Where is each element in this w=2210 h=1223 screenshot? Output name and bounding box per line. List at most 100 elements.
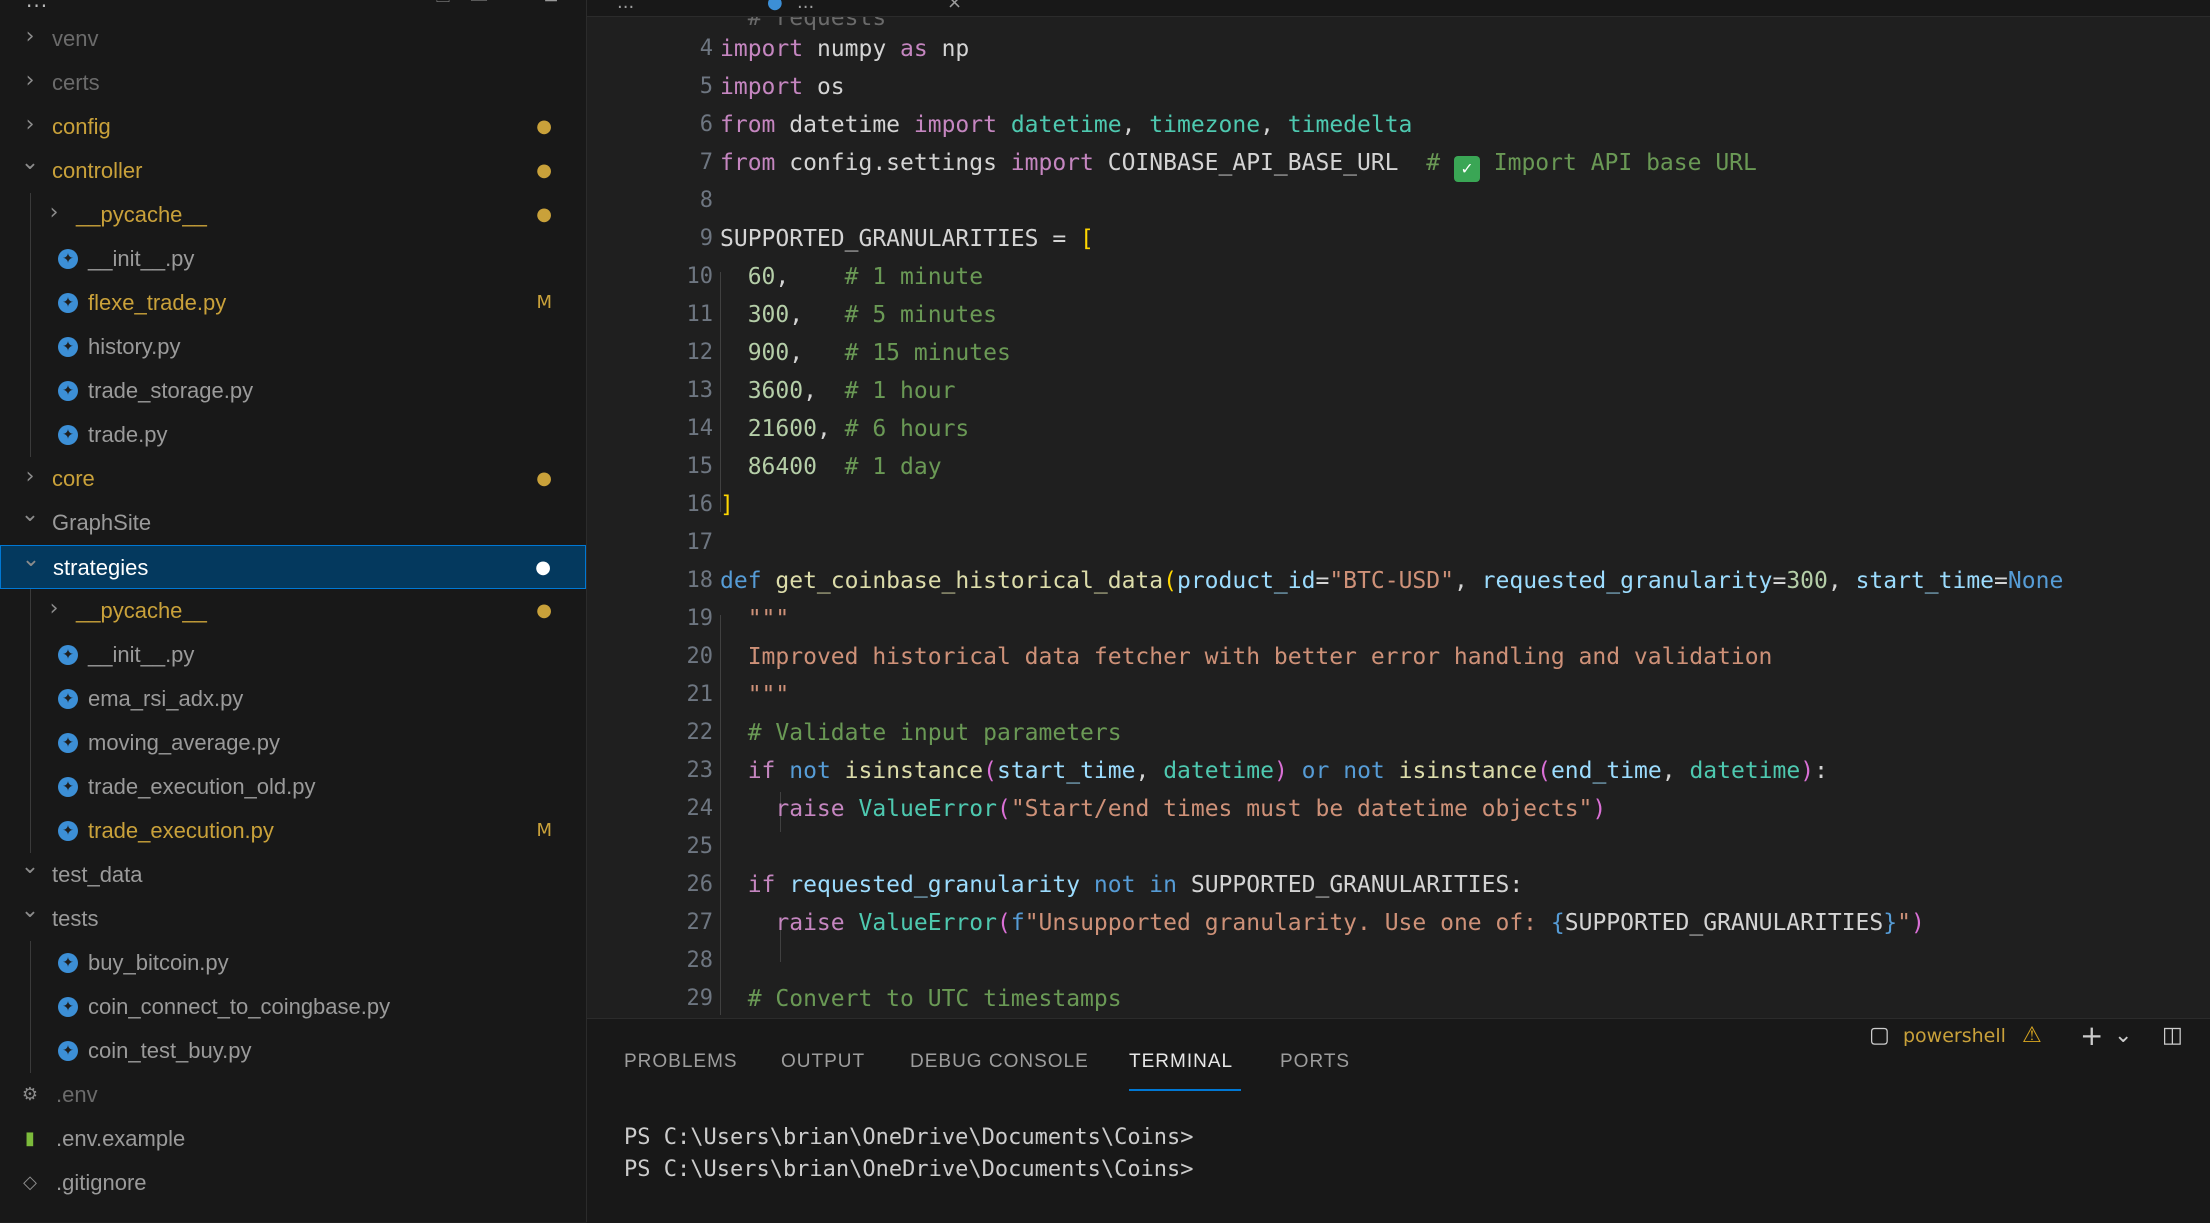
chevron-right-icon[interactable]: › bbox=[20, 113, 40, 137]
tree-item-trade-py[interactable]: ✦ trade.py bbox=[0, 413, 586, 457]
code-line: # Validate input parameters bbox=[720, 718, 1122, 748]
tab-problems[interactable]: PROBLEMS bbox=[624, 1051, 738, 1073]
code-line: if requested_granularity not in SUPPORTE… bbox=[720, 870, 1523, 900]
tree-item-moving-average-py[interactable]: ✦ moving_average.py bbox=[0, 721, 586, 765]
collapse-icon[interactable]: ⊟ bbox=[540, 0, 562, 5]
tree-item-trade-storage-py[interactable]: ✦ trade_storage.py bbox=[0, 369, 586, 413]
chevron-down-icon[interactable]: ⌄ bbox=[20, 503, 40, 527]
python-file-icon: ✦ bbox=[58, 381, 78, 401]
tree-item-certs[interactable]: › certs bbox=[0, 61, 586, 105]
tree-item-config[interactable]: › config ● bbox=[0, 105, 586, 149]
new-file-icon[interactable]: 🗋 bbox=[432, 0, 454, 5]
tree-item-test-data[interactable]: ⌄ test_data bbox=[0, 853, 586, 897]
tree-item-label: __pycache__ bbox=[76, 598, 207, 623]
tree-item-label: config bbox=[52, 114, 111, 139]
docstring: """ bbox=[747, 682, 790, 708]
tree-item-buy-bitcoin-py[interactable]: ✦ buy_bitcoin.py bbox=[0, 941, 586, 985]
check-mark-icon: ✓ bbox=[1453, 156, 1480, 182]
variable: requested_granularity bbox=[775, 872, 1094, 898]
shell-label[interactable]: powershell bbox=[1903, 1019, 2006, 1053]
number: 60 bbox=[747, 264, 776, 290]
tree-item-env[interactable]: ⚙ .env bbox=[0, 1073, 586, 1117]
keyword: not bbox=[775, 758, 845, 784]
chevron-down-icon[interactable]: ⌄ bbox=[20, 899, 40, 923]
tree-item-init-py[interactable]: ✦ __init__.py bbox=[0, 633, 586, 677]
chevron-down-icon[interactable]: ⌄ bbox=[2114, 1019, 2132, 1053]
comment: # 1 minute bbox=[844, 264, 984, 290]
tree-item-init-py[interactable]: ✦ __init__.py bbox=[0, 237, 586, 281]
line-number: 11 bbox=[686, 302, 714, 327]
tree-item-strategies[interactable]: ⌄ strategies ● bbox=[0, 545, 586, 589]
line-number: 21 bbox=[686, 682, 714, 707]
tree-item-pycache[interactable]: › __pycache__ ● bbox=[0, 589, 586, 633]
tree-item-flexe-trade-py[interactable]: ✦ flexe_trade.py M bbox=[0, 281, 586, 325]
python-file-icon: ✦ bbox=[58, 689, 78, 709]
tab-label-active[interactable]: ... bbox=[797, 0, 814, 13]
number: 86400 bbox=[747, 454, 817, 480]
tab-terminal[interactable]: TERMINAL bbox=[1129, 1051, 1233, 1073]
tree-item-outline[interactable]: OUTLINE bbox=[0, 1205, 586, 1222]
editor-tabs: ... ● ... × bbox=[587, 0, 2210, 17]
add-terminal-icon[interactable]: + bbox=[2080, 1019, 2103, 1053]
keyword: as bbox=[900, 36, 928, 62]
tree-item-tests[interactable]: ⌄ tests bbox=[0, 897, 586, 941]
close-icon[interactable]: × bbox=[947, 0, 962, 13]
chevron-right-icon[interactable]: › bbox=[20, 25, 40, 49]
tree-item-pycache[interactable]: › __pycache__ ● bbox=[0, 193, 586, 237]
tree-item-graphsite[interactable]: ⌄ GraphSite bbox=[0, 501, 586, 545]
active-tab-indicator bbox=[1129, 1089, 1241, 1091]
tree-item-gitignore[interactable]: ◇ .gitignore bbox=[0, 1161, 586, 1205]
code-token: np bbox=[927, 36, 970, 62]
comment: # Convert to UTC timestamps bbox=[747, 986, 1122, 1012]
code-token: SUPPORTED_GRANULARITIES bbox=[1564, 910, 1884, 936]
tree-item-trade-execution-py[interactable]: ✦ trade_execution.py M bbox=[0, 809, 586, 853]
chevron-down-icon[interactable]: ⌄ bbox=[21, 548, 41, 572]
tab-label[interactable]: ... bbox=[617, 0, 634, 13]
terminal-icon[interactable]: ▢ bbox=[1869, 1019, 1890, 1053]
tree-item-coin-connect-to-coingbase-py[interactable]: ✦ coin_connect_to_coingbase.py bbox=[0, 985, 586, 1029]
tree-item-history-py[interactable]: ✦ history.py bbox=[0, 325, 586, 369]
function-name: isinstance bbox=[844, 758, 984, 784]
modified-badge: M bbox=[536, 292, 552, 313]
terminal-line[interactable]: PS C:\Users\brian\OneDrive\Documents\Coi… bbox=[624, 1123, 1194, 1153]
keyword: raise bbox=[775, 796, 845, 822]
chevron-right-icon[interactable]: › bbox=[20, 69, 40, 93]
comment: # 1 day bbox=[844, 454, 942, 480]
code-line: from config.settings import COINBASE_API… bbox=[720, 148, 1757, 182]
keyword: raise bbox=[775, 910, 845, 936]
tab-ports[interactable]: PORTS bbox=[1280, 1051, 1350, 1073]
tree-indent-guide bbox=[30, 941, 31, 1073]
tree-item-core[interactable]: › core ● bbox=[0, 457, 586, 501]
tree-item-ema-rsi-adx-py[interactable]: ✦ ema_rsi_adx.py bbox=[0, 677, 586, 721]
bracket: ] bbox=[720, 492, 734, 518]
code-token: numpy bbox=[803, 36, 901, 62]
chevron-right-icon[interactable]: › bbox=[44, 597, 64, 621]
refresh-icon[interactable]: ↻ bbox=[504, 0, 526, 5]
tab-output[interactable]: OUTPUT bbox=[781, 1051, 865, 1073]
tree-item-venv[interactable]: › venv bbox=[0, 17, 586, 61]
chevron-down-icon[interactable]: ⌄ bbox=[20, 151, 40, 175]
chevron-right-icon[interactable]: › bbox=[44, 201, 64, 225]
tree-item-label: trade_storage.py bbox=[88, 378, 254, 403]
tree-item-env-example[interactable]: ▮ .env.example bbox=[0, 1117, 586, 1161]
number: 300 bbox=[1786, 568, 1828, 594]
tree-item-coin-test-buy-py[interactable]: ✦ coin_test_buy.py bbox=[0, 1029, 586, 1073]
parameter: requested_granularity bbox=[1481, 568, 1773, 594]
tree-item-controller[interactable]: ⌄ controller ● bbox=[0, 149, 586, 193]
env-file-icon: ▮ bbox=[25, 1128, 35, 1149]
changes-dot: ● bbox=[536, 204, 552, 225]
python-file-icon: ✦ bbox=[58, 645, 78, 665]
code-line: """ bbox=[720, 604, 790, 634]
explorer-title: ... bbox=[26, 0, 49, 12]
chevron-right-icon[interactable]: › bbox=[20, 465, 40, 489]
tree-item-trade-execution-old-py[interactable]: ✦ trade_execution_old.py bbox=[0, 765, 586, 809]
code-editor[interactable]: # requests 4 5 6 7 8 9 10 11 12 13 14 15 16 17 18 19 20 2… bbox=[587, 17, 2210, 1017]
parameter: product_id bbox=[1176, 568, 1316, 594]
split-terminal-icon[interactable]: ◫ bbox=[2162, 1019, 2183, 1053]
line-number: 12 bbox=[686, 340, 714, 365]
tree-item-label: trade_execution_old.py bbox=[88, 774, 316, 799]
chevron-down-icon[interactable]: ⌄ bbox=[20, 855, 40, 879]
tab-debug-console[interactable]: DEBUG CONSOLE bbox=[910, 1051, 1089, 1073]
terminal-line[interactable]: PS C:\Users\brian\OneDrive\Documents\Coi… bbox=[624, 1155, 1194, 1185]
new-folder-icon[interactable]: 🗀 bbox=[468, 0, 490, 5]
